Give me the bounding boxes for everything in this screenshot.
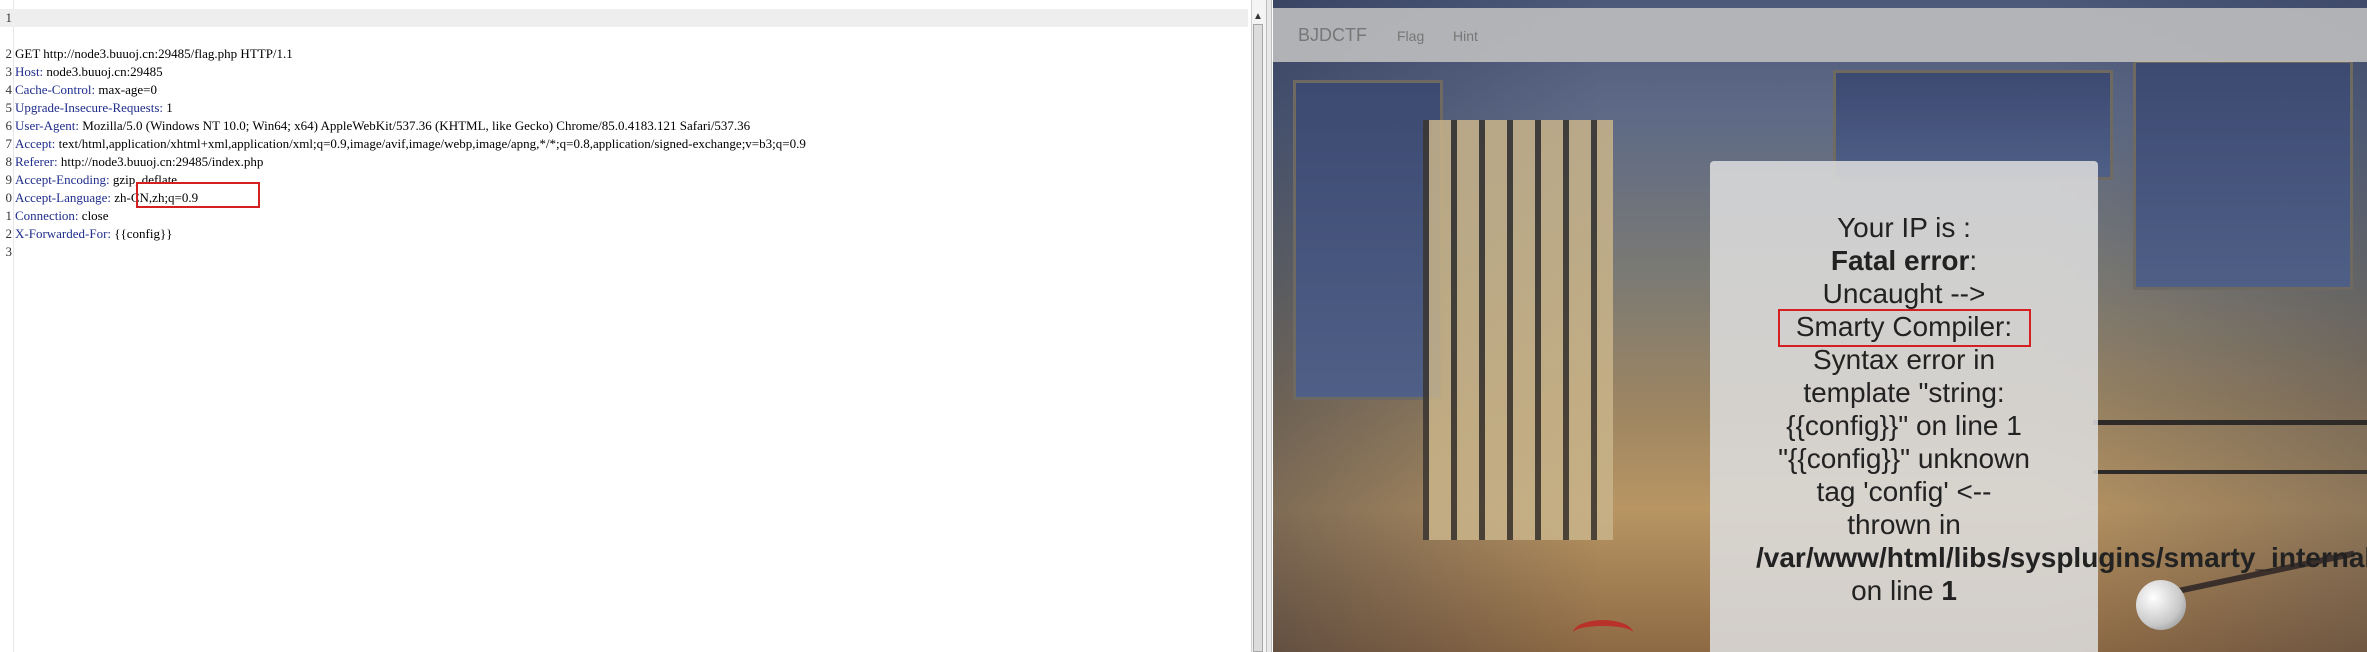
- smarty-compiler-highlight-box: [1778, 309, 2031, 347]
- header-line[interactable]: 6 Accept: text/html,application/xhtml+xm…: [0, 99, 806, 151]
- nav-link-flag[interactable]: Flag: [1397, 28, 1424, 44]
- payload-highlight-box: [136, 182, 260, 208]
- error-text-line: template "string:: [1803, 377, 2005, 408]
- fatal-error-label: Fatal error: [1830, 245, 1970, 276]
- header-line-x-forwarded-for[interactable]: 1 X-Forwarded-For: {{config}}: [0, 189, 173, 241]
- header-line[interactable]: 2 Host: node3.buuoj.cn:29485: [0, 27, 163, 79]
- error-text-line: "{{config}}" unknown: [1778, 443, 2030, 474]
- fatal-error-line: Fatal error:: [1710, 244, 2098, 277]
- header-value: http://node3.buuoj.cn:29485/index.php: [57, 154, 264, 169]
- header-line[interactable]: 8 Accept-Encoding: gzip, deflate: [0, 135, 178, 187]
- header-text: Referer: http://node3.buuoj.cn:29485/ind…: [15, 153, 263, 171]
- background-railing: [2093, 470, 2367, 474]
- header-line[interactable]: 0 Connection: close: [0, 171, 109, 223]
- header-text: Accept: text/html,application/xhtml+xml,…: [15, 135, 806, 153]
- error-file-path: /var/www/html/libs/sysplugins/smarty_int…: [1756, 542, 2367, 573]
- header-name: Cache-Control:: [15, 82, 96, 97]
- request-line-text: GET http://node3.buuoj.cn:29485/flag.php…: [15, 46, 293, 61]
- red-sign-fragment: [1573, 620, 1633, 646]
- header-value: close: [78, 208, 109, 223]
- error-text-line: Uncaught -->: [1822, 278, 1986, 309]
- header-name: Accept:: [15, 136, 56, 151]
- header-value: Mozilla/5.0 (Windows NT 10.0; Win64; x64…: [79, 118, 751, 133]
- header-name: User-Agent:: [15, 118, 79, 133]
- scrollbar-thumb[interactable]: [1253, 24, 1263, 652]
- header-text: User-Agent: Mozilla/5.0 (Windows NT 10.0…: [15, 117, 750, 135]
- nav-link-hint[interactable]: Hint: [1453, 28, 1478, 44]
- header-line[interactable]: 4 Upgrade-Insecure-Requests: 1: [0, 63, 173, 115]
- header-name: Connection:: [15, 208, 79, 223]
- header-value: max-age=0: [95, 82, 157, 97]
- background-pillars: [1423, 120, 1613, 540]
- header-name: Upgrade-Insecure-Requests:: [15, 100, 163, 115]
- navbar: BJDCTF Flag Hint: [1273, 8, 2367, 62]
- message-card: Your IP is : Fatal error: Uncaught --> S…: [1710, 161, 2367, 652]
- empty-line[interactable]: 2: [0, 207, 13, 241]
- header-text: Cache-Control: max-age=0: [15, 81, 157, 99]
- error-text-line: thrown in: [1847, 509, 1961, 540]
- header-name: Accept-Language:: [15, 190, 112, 205]
- header-text: Upgrade-Insecure-Requests: 1: [15, 99, 173, 117]
- brand-link[interactable]: BJDCTF: [1298, 25, 1367, 46]
- header-name: Host:: [15, 64, 44, 79]
- header-text: Connection: close: [15, 207, 109, 225]
- gutter-divider: [13, 0, 14, 652]
- header-value: text/html,application/xhtml+xml,applicat…: [55, 136, 806, 151]
- header-value: node3.buuoj.cn:29485: [43, 64, 163, 79]
- header-text: X-Forwarded-For: {{config}}: [15, 225, 172, 243]
- line-number: 1: [5, 10, 13, 25]
- header-line[interactable]: 9 Accept-Language: zh-CN,zh;q=0.9: [0, 153, 199, 205]
- background-railing: [2093, 420, 2367, 425]
- empty-line[interactable]: 3: [0, 225, 13, 259]
- header-name: Accept-Encoding:: [15, 172, 110, 187]
- error-line-number: on line 1: [1851, 575, 1957, 606]
- header-line[interactable]: 7 Referer: http://node3.buuoj.cn:29485/i…: [0, 117, 264, 169]
- header-name: Referer:: [15, 154, 58, 169]
- ip-label: Your IP is :: [1837, 212, 1971, 243]
- error-text-line: {{config}}" on line 1: [1786, 410, 2022, 441]
- background-window: [1293, 80, 1443, 400]
- header-name: X-Forwarded-For:: [15, 226, 112, 241]
- scroll-up-arrow-icon[interactable]: ▲: [1253, 10, 1263, 22]
- fatal-error-colon: :: [1969, 245, 1978, 276]
- header-value: {{config}}: [111, 226, 173, 241]
- error-text-line: tag 'config' <--: [1816, 476, 1992, 507]
- background-window: [2133, 60, 2353, 290]
- line-number: 3: [5, 244, 13, 259]
- header-text: Host: node3.buuoj.cn:29485: [15, 63, 163, 81]
- request-editor[interactable]: 1 GET http://node3.buuoj.cn:29485/flag.p…: [0, 0, 1250, 652]
- request-line[interactable]: 1 GET http://node3.buuoj.cn:29485/flag.p…: [0, 9, 1248, 61]
- pane-divider[interactable]: [1266, 0, 1272, 652]
- street-lamp-icon: [2136, 580, 2186, 630]
- header-line[interactable]: 5 User-Agent: Mozilla/5.0 (Windows NT 10…: [0, 81, 751, 133]
- error-text-line: Syntax error in: [1812, 344, 1996, 375]
- header-value: 1: [163, 100, 173, 115]
- header-line[interactable]: 3 Cache-Control: max-age=0: [0, 45, 158, 97]
